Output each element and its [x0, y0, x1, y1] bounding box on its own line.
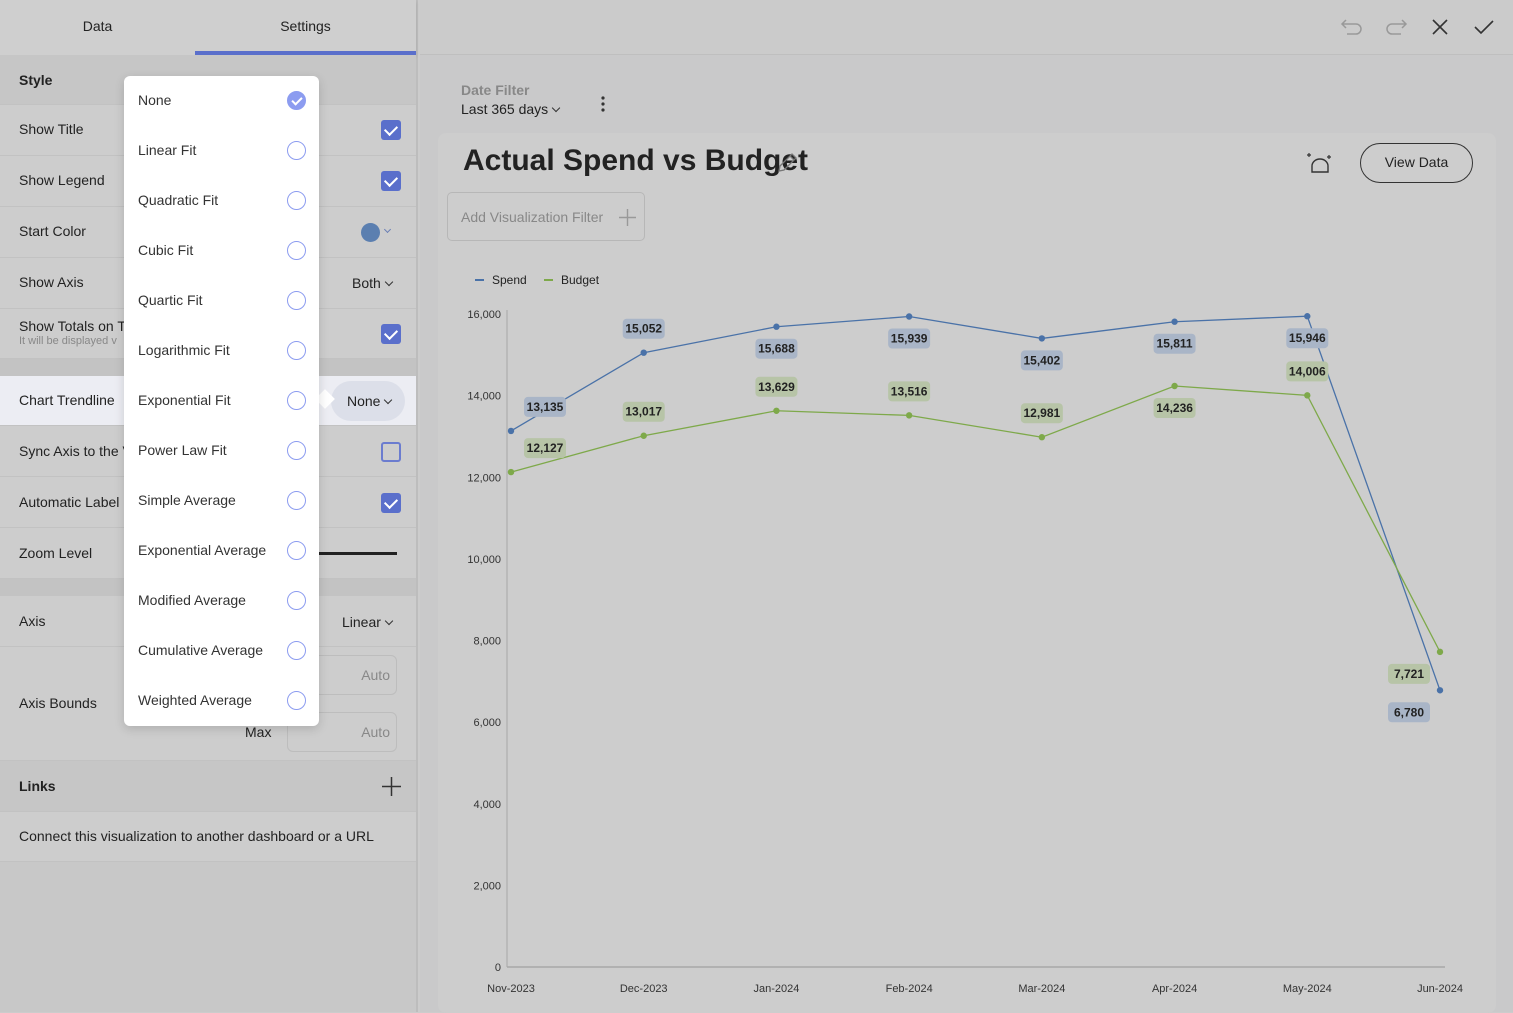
y-tick-label: 6,000 [473, 717, 501, 729]
trendline-option-label: Quartic Fit [138, 292, 203, 308]
data-point-budget [1436, 648, 1444, 656]
radio-icon[interactable] [287, 541, 306, 560]
y-tick-label: 0 [495, 962, 501, 974]
data-point-spend [1171, 318, 1178, 325]
trendline-option-label: Cumulative Average [138, 642, 264, 658]
trendline-option[interactable]: Quartic Fit [124, 276, 319, 326]
data-label-budget: 14,006 [1289, 364, 1326, 378]
trendline-option-label: Modified Average [138, 592, 246, 608]
data-label-spend: 15,939 [891, 331, 928, 345]
trendline-option[interactable]: Quadratic Fit [124, 176, 319, 226]
data-point-spend [1436, 687, 1444, 694]
trendline-option[interactable]: Logarithmic Fit [124, 326, 319, 376]
radio-icon[interactable] [287, 441, 306, 460]
x-tick-label: Nov-2023 [487, 983, 535, 995]
data-point-budget [507, 468, 515, 476]
trendline-option-label: Weighted Average [138, 692, 252, 708]
data-point-spend [640, 349, 647, 356]
trendline-option-label: Linear Fit [138, 142, 197, 158]
trendline-dropdown-menu: None Linear Fit Quadratic Fit Cubic Fit Quar… [124, 76, 319, 726]
data-label-spend: 15,052 [625, 322, 662, 336]
series-line-budget [510, 385, 1441, 653]
y-tick-label: 10,000 [467, 554, 501, 566]
x-tick-label: Mar-2024 [1018, 983, 1065, 995]
data-point-budget [905, 412, 913, 419]
trendline-option-label: Power Law Fit [138, 442, 227, 458]
x-tick-label: Jun-2024 [1417, 983, 1463, 995]
data-label-spend: 13,135 [527, 400, 564, 414]
radio-icon[interactable] [287, 391, 306, 410]
data-label-spend: 15,688 [758, 342, 795, 356]
trendline-option[interactable]: Simple Average [124, 476, 319, 526]
data-label-budget: 7,721 [1394, 667, 1424, 681]
y-tick-label: 12,000 [467, 472, 501, 484]
trendline-option-label: Cubic Fit [138, 242, 194, 258]
data-label-budget: 13,516 [891, 384, 928, 398]
trendline-option[interactable]: None [124, 76, 319, 126]
data-label-spend: 15,811 [1157, 337, 1193, 351]
radio-icon[interactable] [287, 691, 306, 710]
data-point-spend [1038, 335, 1046, 342]
data-label-budget: 14,236 [1156, 401, 1193, 415]
trendline-option-label: Simple Average [138, 492, 236, 508]
y-tick-label: 16,000 [467, 309, 501, 321]
trendline-option[interactable]: Linear Fit [124, 126, 319, 176]
trendline-option[interactable]: Exponential Average [124, 526, 319, 576]
trendline-option-label: Quadratic Fit [138, 192, 219, 208]
trendline-option-label: Exponential Average [138, 542, 267, 558]
trendline-option-label: Logarithmic Fit [138, 342, 230, 358]
data-point-budget [1304, 392, 1311, 399]
data-point-spend [507, 427, 515, 435]
data-point-spend [1304, 313, 1311, 320]
y-tick-label: 14,000 [467, 391, 501, 403]
radio-icon[interactable] [287, 341, 306, 360]
x-tick-label: Jan-2024 [753, 983, 799, 995]
radio-icon[interactable] [287, 641, 306, 660]
x-tick-label: Apr-2024 [1152, 983, 1197, 995]
x-tick-label: May-2024 [1283, 983, 1332, 995]
data-point-budget [773, 407, 780, 414]
trendline-option[interactable]: Cumulative Average [124, 626, 319, 676]
radio-icon[interactable] [287, 591, 306, 610]
trendline-option[interactable]: Weighted Average [124, 676, 319, 726]
y-tick-label: 4,000 [473, 799, 501, 811]
trendline-option[interactable]: Exponential Fit [124, 376, 319, 426]
data-label-budget: 12,127 [527, 441, 564, 455]
radio-icon[interactable] [287, 141, 306, 160]
radio-icon[interactable] [287, 491, 306, 510]
data-point-budget [1171, 382, 1178, 390]
data-label-budget: 13,629 [758, 380, 795, 394]
data-label-spend: 6,780 [1394, 705, 1424, 719]
y-tick-label: 2,000 [473, 880, 501, 892]
data-label-spend: 15,402 [1024, 353, 1061, 367]
data-label-spend: 15,946 [1289, 331, 1326, 345]
trendline-option[interactable]: Modified Average [124, 576, 319, 626]
data-point-spend [773, 323, 780, 330]
radio-selected-icon[interactable] [287, 91, 306, 110]
data-label-budget: 13,017 [625, 405, 662, 419]
trendline-option[interactable]: Cubic Fit [124, 226, 319, 276]
x-tick-label: Feb-2024 [886, 983, 933, 995]
data-point-budget [640, 432, 647, 439]
data-label-budget: 12,981 [1024, 406, 1061, 420]
y-tick-label: 8,000 [473, 636, 501, 648]
trendline-option[interactable]: Power Law Fit [124, 426, 319, 476]
radio-icon[interactable] [287, 241, 306, 260]
data-point-budget [1038, 434, 1046, 441]
trendline-option-label: Exponential Fit [138, 392, 231, 408]
radio-icon[interactable] [287, 191, 306, 210]
trendline-option-label: None [138, 92, 172, 108]
x-tick-label: Dec-2023 [620, 983, 668, 995]
data-point-spend [905, 313, 913, 320]
radio-icon[interactable] [287, 291, 306, 310]
